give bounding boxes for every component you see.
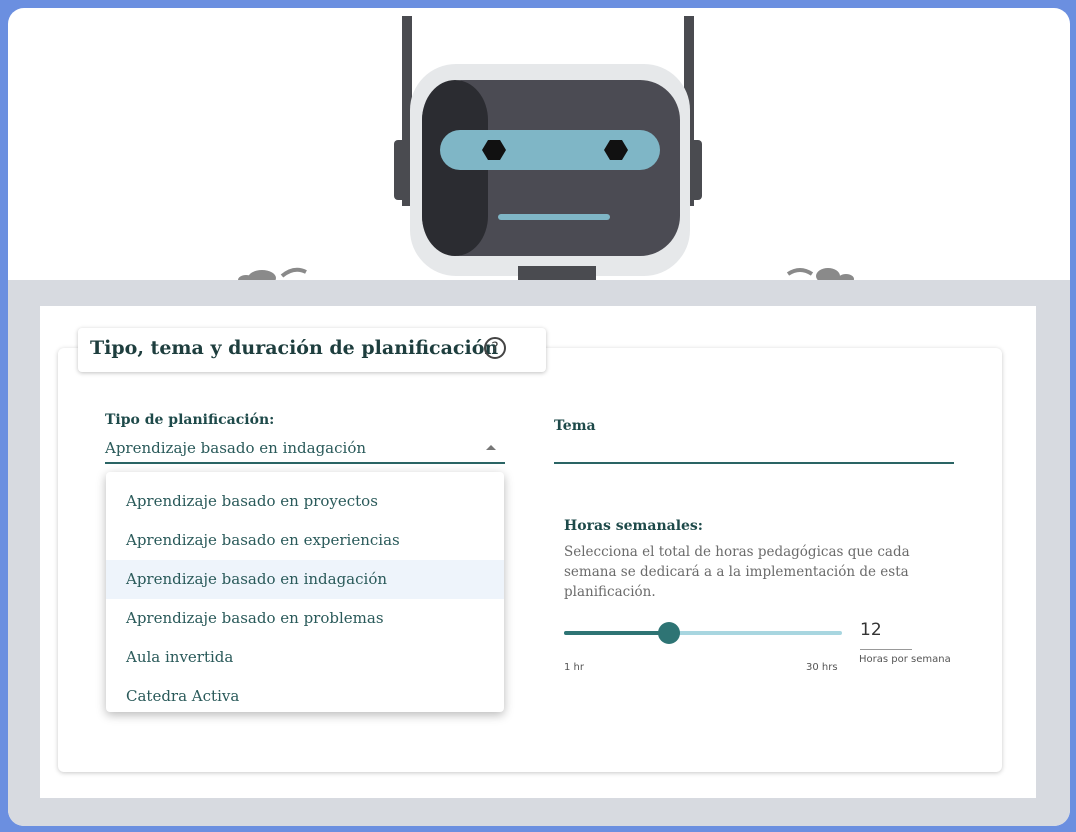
card-title-box: Tipo, tema y duración de planificación ? <box>78 328 546 372</box>
robot-illustration <box>394 16 702 280</box>
hours-value-underline <box>860 649 912 650</box>
horas-title: Horas semanales: <box>564 518 703 534</box>
horas-description: Selecciona el total de horas pedagógicas… <box>564 544 910 600</box>
card-title: Tipo, tema y duración de planificación <box>90 337 499 359</box>
help-icon[interactable]: ? <box>484 337 506 359</box>
caret-up-icon[interactable] <box>486 445 496 450</box>
tipo-select-underline <box>105 462 505 464</box>
tipo-label: Tipo de planificación: <box>105 412 275 428</box>
dropdown-option[interactable]: Aprendizaje basado en experiencias <box>106 521 504 560</box>
dropdown-option[interactable]: Catedra Activa <box>106 677 504 716</box>
hours-caption: Horas por semana <box>859 654 951 665</box>
slider-thumb[interactable] <box>658 622 680 644</box>
slider-max-label: 30 hrs <box>806 662 838 673</box>
tipo-select[interactable]: Aprendizaje basado en indagación <box>105 439 366 457</box>
dropdown-option[interactable]: Aprendizaje basado en proyectos <box>106 482 504 521</box>
slider-fill <box>564 631 669 635</box>
tema-input[interactable] <box>554 462 954 464</box>
slider-min-label: 1 hr <box>564 662 584 673</box>
hours-value-input[interactable]: 12 <box>860 620 912 640</box>
dropdown-option[interactable]: Aprendizaje basado en indagación <box>106 560 504 599</box>
tipo-dropdown-menu: Aprendizaje basado en proyectos Aprendiza… <box>106 472 504 712</box>
app-frame: Tipo, tema y duración de planificación ?… <box>8 8 1070 826</box>
horas-slider[interactable] <box>564 622 842 644</box>
dropdown-option[interactable]: Aprendizaje basado en problemas <box>106 599 504 638</box>
dropdown-option[interactable]: Aula invertida <box>106 638 504 677</box>
tema-label: Tema <box>554 418 596 434</box>
